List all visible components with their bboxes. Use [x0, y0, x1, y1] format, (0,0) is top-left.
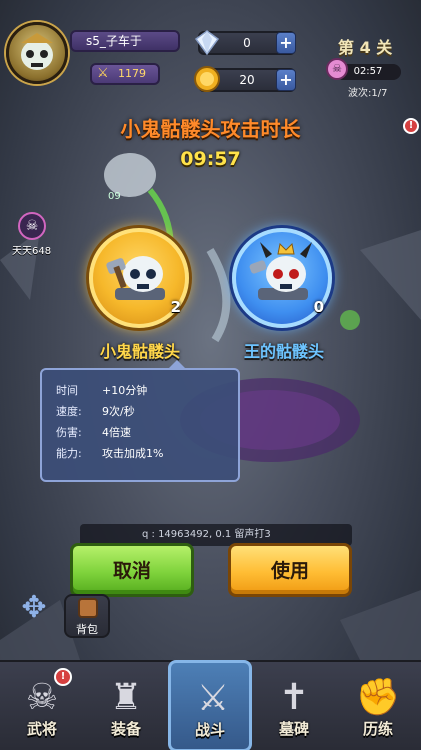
notification-badge-icon: ! [54, 668, 72, 686]
boss-skull-icon: ☠ [326, 58, 348, 80]
bottom-nav: ☠ ! 武将 ♜ 装备 ⚔ 战斗 ✝ 墓碑 ✊ 历练 [0, 660, 421, 750]
info-value: 9次/秒 [102, 405, 135, 418]
item-info-panel: 时间 +10分钟 速度: 9次/秒 伤害: 4倍速 能力: 攻击加成1% [40, 360, 240, 482]
add-coin-button[interactable]: + [276, 69, 296, 91]
use-button[interactable]: 使用 [228, 543, 352, 597]
nav-tab-generals[interactable]: ☠ ! 武将 [0, 662, 84, 750]
skull-avatar-icon [21, 33, 53, 70]
item-small-skull-label: 小鬼骷髅头 [99, 342, 180, 361]
diamond-counter: 0 + [194, 30, 296, 56]
nav-label: 装备 [110, 720, 141, 738]
sword-icon: ⚔ [97, 66, 109, 81]
ally-skull-icon[interactable]: ☠ [18, 212, 46, 240]
info-key: 速度: [56, 405, 82, 418]
item-king-skull-label: 王的骷髅头 [243, 342, 324, 361]
move-dpad-icon[interactable]: ✥ [16, 590, 52, 626]
info-row-damage: 伤害: 4倍速 [56, 422, 238, 443]
item-small-skull-count: 2 [170, 298, 181, 316]
nav-tab-battle[interactable]: ⚔ 战斗 [168, 660, 252, 750]
item-king-skull-count: 0 [313, 298, 324, 316]
info-row-time: 时间 +10分钟 [56, 380, 238, 401]
nav-label: 战斗 [194, 721, 225, 739]
coin-counter: 20 + [194, 66, 296, 92]
info-value: +10分钟 [102, 384, 148, 397]
cancel-button[interactable]: 取消 [70, 543, 194, 597]
popup-title: 小鬼骷髅头攻击时长 [120, 117, 301, 141]
stage-label: 第 4 关 [338, 38, 393, 57]
player-name-plate: s5_子车于 [70, 30, 180, 52]
player-power-plate: ⚔ 1179 [90, 63, 160, 85]
coin-count: 20 [239, 73, 255, 87]
ally-player-tag: 天天648 [12, 246, 52, 257]
crossed-swords-icon: ⚔ [196, 678, 230, 719]
info-row-speed: 速度: 9次/秒 [56, 401, 238, 422]
player-power: 1179 [118, 67, 146, 80]
nav-tab-equipment[interactable]: ♜ 装备 [84, 662, 168, 750]
tombstone-icon: ✝ [278, 677, 310, 718]
bag-label: 背包 [76, 623, 98, 636]
backpack-icon [78, 598, 98, 618]
info-key: 时间 [56, 384, 78, 397]
info-key: 能力: [56, 447, 82, 460]
diamond-icon [194, 30, 220, 56]
player-avatar[interactable] [6, 22, 68, 84]
info-key: 伤害: [56, 426, 82, 439]
coin-icon [194, 66, 220, 92]
diamond-count: 0 [243, 36, 251, 50]
bag-button[interactable]: 背包 [64, 594, 110, 638]
add-diamond-button[interactable]: + [276, 32, 296, 54]
popup-countdown: 09:57 [180, 148, 241, 170]
nav-label: 墓碑 [278, 720, 309, 738]
nav-tab-tombstone[interactable]: ✝ 墓碑 [252, 662, 336, 750]
info-panel-pointer [167, 360, 187, 370]
enemy-hp-hint: 09 [108, 191, 121, 202]
fist-icon: ✊ [355, 677, 401, 718]
nav-label: 武将 [26, 720, 57, 738]
item-small-skull[interactable]: 2 [89, 228, 189, 328]
nav-tab-training[interactable]: ✊ 历练 [336, 662, 420, 750]
item-king-skull[interactable]: 0 [232, 228, 332, 328]
player-name: s5_子车于 [86, 34, 142, 48]
info-row-ability: 能力: 攻击加成1% [56, 443, 238, 464]
wave-counter: 波次:1/7 [348, 88, 388, 99]
armor-icon: ♜ [109, 677, 143, 718]
info-value: 攻击加成1% [102, 447, 164, 460]
info-value: 4倍速 [102, 426, 131, 439]
nav-label: 历练 [362, 720, 393, 738]
